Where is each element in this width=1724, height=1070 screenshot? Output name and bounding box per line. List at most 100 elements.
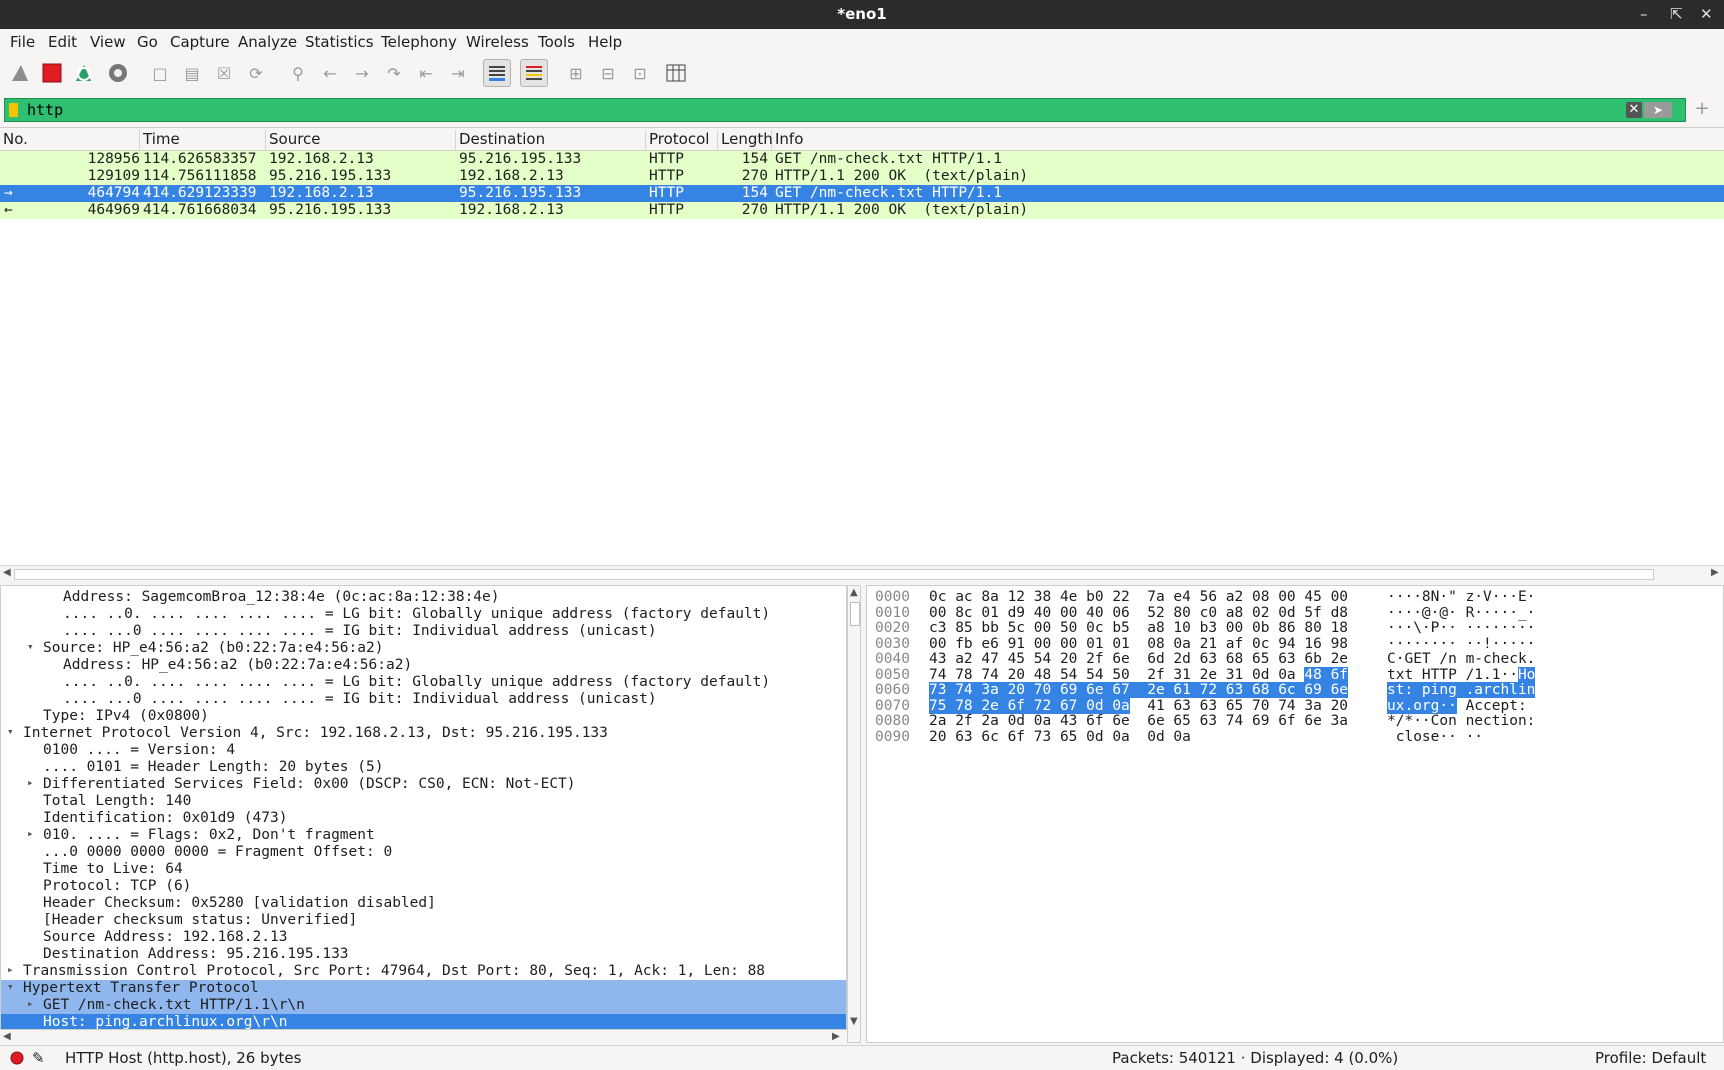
open-file-icon[interactable]: □ (146, 59, 174, 87)
ascii-segment[interactable]: C·GET /n m-check. (1387, 651, 1535, 667)
hex-segment[interactable]: 2a 2f 2a 0d 0a 43 6f 6e 6e 65 63 74 69 6… (929, 713, 1348, 729)
resize-columns-icon[interactable] (662, 59, 690, 87)
expanded-arrow-icon[interactable]: ▾ (7, 725, 14, 738)
detail-tree-item[interactable]: Source Address: 192.168.2.13 (1, 929, 846, 946)
hex-segment[interactable]: c3 85 bb 5c 00 50 0c b5 a8 10 b3 00 0b 8… (929, 620, 1348, 636)
filter-bookmark-icon[interactable] (9, 103, 18, 117)
menu-help[interactable]: Help (588, 33, 622, 51)
detail-tree-item[interactable]: ...0 0000 0000 0000 = Fragment Offset: 0 (1, 844, 846, 861)
packet-row[interactable]: 129109 114.756111858 95.216.195.133 192.168… (0, 168, 1724, 185)
bytes-ascii[interactable]: */*··Con nection: (1387, 713, 1535, 729)
expanded-arrow-icon[interactable]: ▾ (27, 640, 34, 653)
shark-fin-start-icon[interactable] (6, 59, 34, 87)
menu-go[interactable]: Go (137, 33, 158, 51)
ascii-segment[interactable]: ···\·P·· ········ (1387, 620, 1535, 636)
column-header-destination[interactable]: Destination (456, 130, 646, 150)
go-back-icon[interactable]: ← (316, 59, 344, 87)
column-header-info[interactable]: Info (772, 130, 1724, 150)
colorize-icon[interactable] (520, 59, 548, 87)
zoom-in-icon[interactable]: ⊞ (562, 59, 590, 87)
packet-row[interactable]: → 464794 414.629123339 192.168.2.13 95.216.1… (0, 185, 1724, 202)
bytes-ascii[interactable]: ····@·@· R·····_· (1387, 605, 1535, 621)
expanded-arrow-icon[interactable]: ▾ (7, 980, 14, 993)
detail-tree-item[interactable]: Address: HP_e4:56:a2 (b0:22:7a:e4:56:a2) (1, 657, 846, 674)
find-packet-icon[interactable]: ⚲ (284, 59, 312, 87)
detail-tree-item[interactable]: ▸ Transmission Control Protocol, Src Port… (1, 963, 846, 980)
capture-options-icon[interactable] (104, 59, 132, 87)
bytes-hex[interactable]: 43 a2 47 45 54 20 2f 6e 6d 2d 63 68 65 6… (929, 651, 1348, 667)
bytes-hex[interactable]: 00 fb e6 91 00 00 01 01 08 0a 21 af 0c 9… (929, 636, 1348, 652)
scrollbar-thumb[interactable] (14, 569, 1654, 580)
detail-tree-item[interactable]: Address: SagemcomBroa_12:38:4e (0c:ac:8a… (1, 589, 846, 606)
hex-segment[interactable]: 73 74 3a 20 70 69 6e 67 2e 61 72 63 68 6… (929, 682, 1349, 698)
scroll-right-icon[interactable]: ▶ (832, 1031, 840, 1042)
ascii-segment[interactable]: */*··Con nection: (1387, 713, 1535, 729)
scroll-up-icon[interactable]: ▲ (850, 587, 858, 598)
menu-analyze[interactable]: Analyze (238, 33, 297, 51)
menu-statistics[interactable]: Statistics (305, 33, 374, 51)
menu-capture[interactable]: Capture (170, 33, 230, 51)
go-to-packet-icon[interactable]: ↷ (380, 59, 408, 87)
collapsed-arrow-icon[interactable]: ▸ (27, 776, 34, 789)
detail-tree-item[interactable]: .... ..0. .... .... .... .... = LG bit: … (1, 606, 846, 623)
detail-tree-item[interactable]: Total Length: 140 (1, 793, 846, 810)
bytes-hex[interactable]: c3 85 bb 5c 00 50 0c b5 a8 10 b3 00 0b 8… (929, 620, 1348, 636)
menu-view[interactable]: View (90, 33, 126, 51)
collapsed-arrow-icon[interactable]: ▸ (27, 827, 34, 840)
scroll-right-icon[interactable]: ▶ (1711, 567, 1719, 578)
ascii-segment[interactable]: Ho (1517, 666, 1536, 683)
detail-tree-item[interactable]: 0100 .... = Version: 4 (1, 742, 846, 759)
detail-tree-item[interactable]: Destination Address: 95.216.195.133 (1, 946, 846, 963)
detail-tree-item[interactable]: [Header checksum status: Unverified] (1, 912, 846, 929)
bytes-ascii[interactable]: close·· ·· (1387, 729, 1483, 745)
ascii-segment[interactable]: ····@·@· R·····_· (1387, 605, 1535, 621)
status-profile[interactable]: Profile: Default (1595, 1049, 1706, 1067)
scrollbar-thumb[interactable] (850, 602, 860, 626)
scroll-left-icon[interactable]: ◀ (3, 567, 11, 578)
hex-segment[interactable]: 43 a2 47 45 54 20 2f 6e 6d 2d 63 68 65 6… (929, 651, 1348, 667)
expert-info-icon[interactable] (10, 1051, 24, 1069)
bytes-hex[interactable]: 00 8c 01 d9 40 00 40 06 52 80 c0 a8 02 0… (929, 605, 1348, 621)
column-header-time[interactable]: Time (140, 130, 266, 150)
ascii-segment[interactable]: ····8N·" z·V···E· (1387, 589, 1535, 605)
menu-edit[interactable]: Edit (48, 33, 77, 51)
detail-tree-item[interactable]: Header Checksum: 0x5280 [validation disa… (1, 895, 846, 912)
detail-tree-item[interactable]: ▸ GET /nm-check.txt HTTP/1.1\r\n (1, 997, 846, 1014)
menu-wireless[interactable]: Wireless (466, 33, 529, 51)
apply-filter-icon[interactable]: ➤ (1644, 102, 1672, 118)
bytes-hex[interactable]: 75 78 2e 6f 72 67 0d 0a 41 63 63 65 70 7… (929, 697, 1348, 714)
maximize-icon[interactable]: ⇱ (1670, 5, 1683, 23)
detail-tree-item[interactable]: ▸ Differentiated Services Field: 0x00 (DS… (1, 776, 846, 793)
close-file-icon[interactable]: ☒ (210, 59, 238, 87)
hex-segment[interactable]: 41 63 63 65 70 74 3a 20 (1130, 698, 1348, 714)
column-header-no[interactable]: No. (0, 130, 140, 150)
detail-tree-item[interactable]: ▾ Source: HP_e4:56:a2 (b0:22:7a:e4:56:a2) (1, 640, 846, 657)
bytes-hex[interactable]: 0c ac 8a 12 38 4e b0 22 7a e4 56 a2 08 0… (929, 589, 1348, 605)
detail-tree-item[interactable]: ▾ Internet Protocol Version 4, Src: 192.1… (1, 725, 846, 742)
detail-tree-item[interactable]: Time to Live: 64 (1, 861, 846, 878)
hex-segment[interactable]: 74 78 74 20 48 54 54 50 2f 31 2e 31 0d 0… (929, 667, 1304, 683)
detail-tree-item[interactable]: .... 0101 = Header Length: 20 bytes (5) (1, 759, 846, 776)
bytes-ascii[interactable]: C·GET /n m-check. (1387, 651, 1535, 667)
details-vscrollbar[interactable]: ▲ ▼ (847, 585, 861, 1043)
last-packet-icon[interactable]: ⇥ (444, 59, 472, 87)
ascii-segment[interactable]: Accept: (1457, 698, 1536, 714)
detail-tree-item[interactable]: Identification: 0x01d9 (473) (1, 810, 846, 827)
detail-tree-item[interactable]: .... ...0 .... .... .... .... = IG bit: … (1, 623, 846, 640)
column-header-protocol[interactable]: Protocol (646, 130, 718, 150)
minimize-icon[interactable]: – (1640, 5, 1648, 23)
restart-capture-icon[interactable] (70, 59, 98, 87)
column-header-length[interactable]: Length (718, 130, 773, 150)
stop-capture-icon[interactable] (38, 59, 66, 87)
scroll-left-icon[interactable]: ◀ (3, 1031, 11, 1042)
ascii-segment[interactable]: ux.org·· (1387, 697, 1457, 714)
clear-filter-icon[interactable]: ✕ (1626, 102, 1642, 118)
menu-file[interactable]: File (10, 33, 35, 51)
ascii-segment[interactable]: st: ping .archlin (1387, 682, 1536, 698)
display-filter-input[interactable]: http ✕ ➤ (4, 98, 1686, 122)
reload-file-icon[interactable]: ⟳ (242, 59, 270, 87)
menu-tools[interactable]: Tools (538, 33, 575, 51)
hex-segment[interactable]: 20 63 6c 6f 73 65 0d 0a 0d 0a (929, 729, 1191, 745)
bytes-ascii[interactable]: txt HTTP /1.1··Ho (1387, 666, 1536, 683)
menu-telephony[interactable]: Telephony (381, 33, 457, 51)
